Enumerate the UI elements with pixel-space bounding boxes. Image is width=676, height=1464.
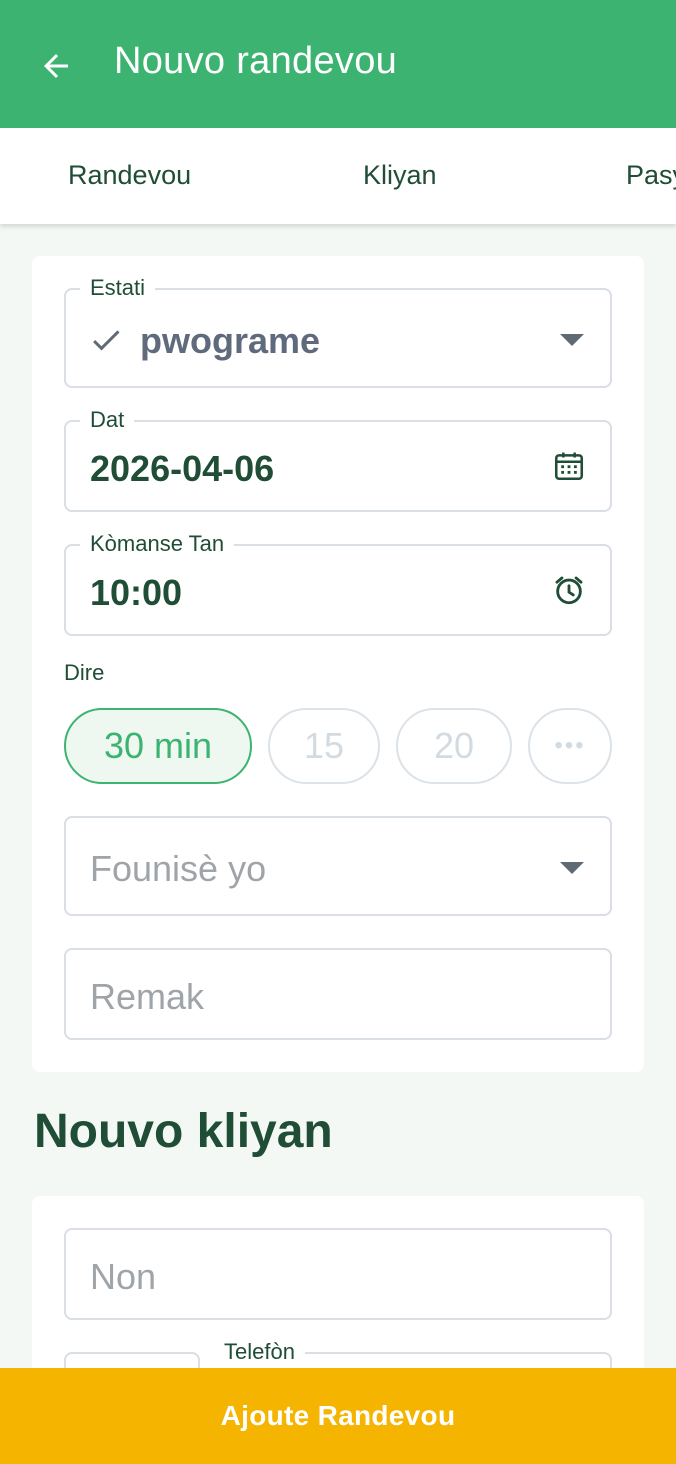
duration-chip-15[interactable]: 15 xyxy=(268,708,380,784)
notes-field[interactable]: Remak xyxy=(64,948,612,1040)
appointment-card: Estati pwograme Dat 2026-04-06 Kòmanse T… xyxy=(32,256,644,1072)
tab-bar: Randevou Kliyan Pasy xyxy=(0,128,676,224)
alarm-clock-icon[interactable] xyxy=(552,573,586,607)
page-title: Nouvo randevou xyxy=(114,40,398,82)
provider-dropdown[interactable]: Founisè yo xyxy=(64,816,612,916)
new-client-heading: Nouvo kliyan xyxy=(34,1105,333,1158)
tab-pasyan[interactable]: Pasy xyxy=(626,160,676,191)
notes-placeholder: Remak xyxy=(90,976,205,1017)
status-dropdown[interactable]: Estati pwograme xyxy=(64,275,612,388)
calendar-icon[interactable] xyxy=(552,449,586,483)
duration-label: Dire xyxy=(64,660,105,685)
date-field[interactable]: Dat 2026-04-06 xyxy=(64,407,612,512)
more-options-icon[interactable]: ••• xyxy=(528,708,612,784)
status-value: pwograme xyxy=(140,320,321,361)
duration-chip-30-min[interactable]: 30 min xyxy=(64,708,252,784)
start-time-label: Kòmanse Tan xyxy=(80,531,235,557)
date-label: Dat xyxy=(80,407,135,433)
back-button[interactable] xyxy=(34,44,78,88)
check-icon xyxy=(93,330,120,351)
chevron-down-icon xyxy=(560,334,584,346)
name-placeholder: Non xyxy=(90,1256,157,1297)
tab-kliyan[interactable]: Kliyan xyxy=(363,160,437,191)
tab-randevou[interactable]: Randevou xyxy=(68,160,191,191)
arrow-left-icon xyxy=(44,54,68,78)
chevron-down-icon xyxy=(560,862,584,874)
start-time-value: 10:00 xyxy=(90,572,183,613)
app-bar: Nouvo randevou xyxy=(0,0,676,128)
date-value: 2026-04-06 xyxy=(90,448,275,489)
add-appointment-button[interactable]: Ajoute Randevou xyxy=(0,1368,676,1464)
name-field[interactable]: Non xyxy=(64,1228,612,1320)
new-client-card: Non Telefòn xyxy=(32,1196,644,1412)
start-time-field[interactable]: Kòmanse Tan 10:00 xyxy=(64,531,612,636)
provider-placeholder: Founisè yo xyxy=(90,848,267,889)
phone-label: Telefòn xyxy=(214,1339,305,1365)
duration-chip-20[interactable]: 20 xyxy=(396,708,512,784)
status-label: Estati xyxy=(80,275,156,301)
